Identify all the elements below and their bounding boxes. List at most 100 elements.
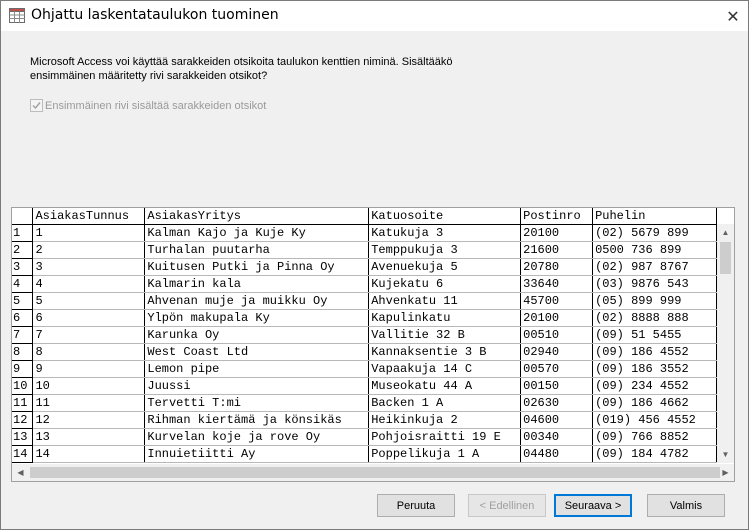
table-cell: West Coast Ltd bbox=[144, 343, 370, 361]
table-row[interactable]: 6 6 Ylpön makupala Ky Kapulinkatu 20100 (02) … bbox=[12, 309, 717, 327]
row-number[interactable]: 14 bbox=[12, 445, 34, 463]
spreadsheet-icon bbox=[9, 8, 25, 23]
row-number[interactable]: 2 bbox=[12, 241, 34, 259]
table-row[interactable]: 11 11 Tervetti T:mi Backen 1 A 02630 (09) 186… bbox=[12, 394, 717, 412]
instruction-text: Microsoft Access voi käyttää sarakkeiden… bbox=[30, 56, 453, 82]
row-number[interactable]: 12 bbox=[12, 411, 34, 429]
column-header[interactable]: AsiakasTunnus bbox=[32, 208, 146, 225]
table-cell: Ahvenan muje ja muikku Oy bbox=[144, 292, 370, 310]
table-cell: Avenuekuja 5 bbox=[368, 258, 522, 276]
column-header[interactable]: Postinro bbox=[520, 208, 594, 225]
table-cell: 00510 bbox=[520, 326, 594, 344]
row-number[interactable]: 7 bbox=[12, 326, 34, 344]
table-cell: 04600 bbox=[520, 411, 594, 429]
table-cell: Lemon pipe bbox=[144, 360, 370, 378]
table-cell: 12 bbox=[32, 411, 146, 429]
table-cell: 04480 bbox=[520, 445, 594, 463]
checkbox-box[interactable] bbox=[30, 99, 43, 112]
finish-button[interactable]: Valmis bbox=[647, 494, 725, 517]
table-cell: Kalman Kajo ja Kuje Ky bbox=[144, 224, 370, 242]
column-header[interactable]: AsiakasYritys bbox=[144, 208, 370, 225]
table-row[interactable]: 5 5 Ahvenan muje ja muikku Oy Ahvenkatu 11 4… bbox=[12, 292, 717, 310]
table-cell: 5 bbox=[32, 292, 146, 310]
table-cell: 0500 736 899 bbox=[592, 241, 717, 259]
row-number[interactable]: 5 bbox=[12, 292, 34, 310]
table-cell: 33640 bbox=[520, 275, 594, 293]
table-row[interactable]: 7 7 Karunka Oy Vallitie 32 B 00510 (09) 51 54… bbox=[12, 326, 717, 344]
table-cell: (019) 456 4552 bbox=[592, 411, 717, 429]
table-cell: (02) 8888 888 bbox=[592, 309, 717, 327]
table-row[interactable]: 14 14 Innuietiitti Ay Poppelikuja 1 A 04480(… bbox=[12, 445, 717, 463]
table-cell: Kuitusen Putki ja Pinna Oy bbox=[144, 258, 370, 276]
horizontal-scrollbar[interactable]: ◀ ▶ bbox=[11, 464, 735, 482]
next-button[interactable]: Seuraava > bbox=[554, 494, 632, 517]
table-cell: (03) 9876 543 bbox=[592, 275, 717, 293]
title-bar[interactable]: Ohjattu laskentataulukon tuominen ✕ bbox=[1, 1, 748, 31]
horizontal-scroll-thumb[interactable] bbox=[30, 467, 720, 478]
table-cell: 02630 bbox=[520, 394, 594, 412]
table-cell: 00570 bbox=[520, 360, 594, 378]
table-cell: 9 bbox=[32, 360, 146, 378]
first-row-headers-checkbox[interactable]: Ensimmäinen rivi sisältää sarakkeiden ot… bbox=[30, 99, 266, 112]
back-button[interactable]: < Edellinen bbox=[468, 494, 546, 517]
table-cell: 13 bbox=[32, 428, 146, 446]
table-cell: 00340 bbox=[520, 428, 594, 446]
cancel-button[interactable]: Peruuta bbox=[377, 494, 455, 517]
table-cell: (09) 234 4552 bbox=[592, 377, 717, 395]
table-cell: (02) 987 8767 bbox=[592, 258, 717, 276]
table-row[interactable]: 12 12 Rihman kiertämä ja könsikäs Heikinkuj… bbox=[12, 411, 717, 429]
vertical-scroll-thumb[interactable] bbox=[720, 242, 731, 274]
table-row[interactable]: 4 4 Kalmarin kala Kujekatu 6 33640 (03) 9876 … bbox=[12, 275, 717, 293]
table-cell: Innuietiitti Ay bbox=[144, 445, 370, 463]
table-cell: 20780 bbox=[520, 258, 594, 276]
table-cell: Kapulinkatu bbox=[368, 309, 522, 327]
table-row[interactable]: 13 13 Kurvelan koje ja rove Oy Pohjoisraitt… bbox=[12, 428, 717, 446]
row-number[interactable]: 11 bbox=[12, 394, 34, 412]
vertical-scrollbar[interactable]: ▲ ▼ bbox=[717, 224, 734, 463]
table-cell: Ahvenkatu 11 bbox=[368, 292, 522, 310]
table-row[interactable]: 3 3 Kuitusen Putki ja Pinna Oy Avenuekuja 5… bbox=[12, 258, 717, 276]
header-row: AsiakasTunnus AsiakasYritys Katuosoite P… bbox=[12, 208, 717, 225]
table-row[interactable]: 10 10 Juussi Museokatu 44 A 00150 (09) 234 45… bbox=[12, 377, 717, 395]
row-number[interactable]: 6 bbox=[12, 309, 34, 327]
row-number[interactable]: 8 bbox=[12, 343, 34, 361]
row-number[interactable]: 3 bbox=[12, 258, 34, 276]
import-wizard-window: Ohjattu laskentataulukon tuominen ✕ Micr… bbox=[0, 0, 749, 530]
column-header[interactable]: Puhelin bbox=[592, 208, 717, 225]
table-cell: 1 bbox=[32, 224, 146, 242]
table-cell: Temppukuja 3 bbox=[368, 241, 522, 259]
table-cell: Poppelikuja 1 A bbox=[368, 445, 522, 463]
table-row[interactable]: 1 1 Kalman Kajo ja Kuje Ky Katukuja 3 20100(… bbox=[12, 224, 717, 242]
table-cell: Tervetti T:mi bbox=[144, 394, 370, 412]
row-number[interactable]: 1 bbox=[12, 224, 34, 242]
table-cell: 7 bbox=[32, 326, 146, 344]
scroll-right-icon[interactable]: ▶ bbox=[717, 464, 734, 481]
table-cell: (09) 186 3552 bbox=[592, 360, 717, 378]
table-cell: 10 bbox=[32, 377, 146, 395]
row-number[interactable]: 9 bbox=[12, 360, 34, 378]
table-cell: 4 bbox=[32, 275, 146, 293]
table-row[interactable]: 8 8 West Coast Ltd Kannaksentie 3 B 02940 (09… bbox=[12, 343, 717, 361]
scroll-down-icon[interactable]: ▼ bbox=[717, 446, 734, 463]
table-cell: Kannaksentie 3 B bbox=[368, 343, 522, 361]
table-cell: (09) 186 4662 bbox=[592, 394, 717, 412]
table-cell: Karunka Oy bbox=[144, 326, 370, 344]
table-cell: Katukuja 3 bbox=[368, 224, 522, 242]
table-cell: Backen 1 A bbox=[368, 394, 522, 412]
column-header[interactable]: Katuosoite bbox=[368, 208, 522, 225]
row-number[interactable]: 4 bbox=[12, 275, 34, 293]
row-number[interactable]: 13 bbox=[12, 428, 34, 446]
close-icon[interactable]: ✕ bbox=[718, 1, 748, 31]
data-preview-grid[interactable]: AsiakasTunnus AsiakasYritys Katuosoite P… bbox=[11, 207, 735, 465]
table-cell: Juussi bbox=[144, 377, 370, 395]
row-number[interactable]: 10 bbox=[12, 377, 34, 395]
table-row[interactable]: 2 2 Turhalan puutarha Temppukuja 3 21600 0500… bbox=[12, 241, 717, 259]
table-cell: Vallitie 32 B bbox=[368, 326, 522, 344]
scroll-up-icon[interactable]: ▲ bbox=[717, 224, 734, 241]
table-row[interactable]: 9 9 Lemon pipe Vapaakuja 14 C 00570 (09) 186 … bbox=[12, 360, 717, 378]
table-cell: Heikinkuja 2 bbox=[368, 411, 522, 429]
table-cell: Vapaakuja 14 C bbox=[368, 360, 522, 378]
scroll-left-icon[interactable]: ◀ bbox=[12, 464, 29, 481]
table-cell: 3 bbox=[32, 258, 146, 276]
table-cell: 20100 bbox=[520, 309, 594, 327]
